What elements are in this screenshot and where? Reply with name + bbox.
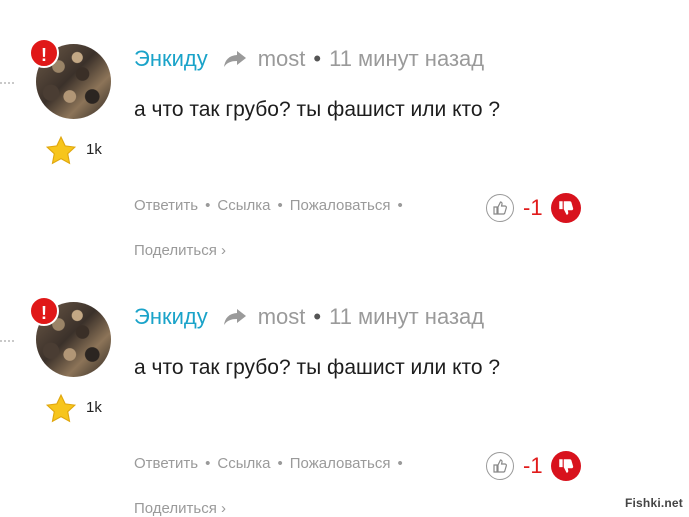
reply-to-user[interactable]: most xyxy=(258,304,306,330)
thread-line xyxy=(0,340,14,342)
thread-line xyxy=(0,82,14,84)
star-icon xyxy=(45,135,77,165)
thumbs-down-icon[interactable] xyxy=(550,193,581,223)
thumbs-up-icon[interactable] xyxy=(486,452,514,480)
comment-actions: Ответить • Ссылка • Пожаловаться • xyxy=(134,197,410,214)
rating-count: 1k xyxy=(86,399,102,416)
action-separator: • xyxy=(397,455,403,472)
report-link[interactable]: Пожаловаться xyxy=(290,197,391,214)
thumbs-up-glyph xyxy=(493,459,507,473)
comment: ! 1k Энкиду most • 11 минут назад а что … xyxy=(0,0,689,259)
thumbs-up-icon[interactable] xyxy=(486,194,514,222)
meta-separator: • xyxy=(313,304,322,329)
action-separator: • xyxy=(277,197,283,214)
vote-score: -1 xyxy=(523,453,543,478)
report-link[interactable]: Пожаловаться xyxy=(290,455,391,472)
action-separator: • xyxy=(397,197,403,214)
share-link[interactable]: Поделиться › xyxy=(134,500,226,517)
vote-widget: -1 xyxy=(486,451,581,481)
reply-link[interactable]: Ответить xyxy=(134,455,198,472)
rating-count: 1k xyxy=(86,141,102,158)
comment-text: а что так грубо? ты фашист или кто ? xyxy=(134,356,501,379)
action-separator: • xyxy=(277,455,283,472)
username-link[interactable]: Энкиду xyxy=(134,304,208,330)
permalink-link[interactable]: Ссылка xyxy=(217,455,270,472)
thumbs-down-icon[interactable] xyxy=(550,451,581,481)
thumbs-down-glyph xyxy=(558,459,573,473)
comment-meta: Энкиду most • 11 минут назад xyxy=(134,302,484,332)
comment-meta: Энкиду most • 11 минут назад xyxy=(134,44,484,74)
reply-arrow-icon xyxy=(223,51,246,67)
meta-separator: • xyxy=(313,46,322,71)
thumbs-down-glyph xyxy=(558,201,573,215)
reply-link[interactable]: Ответить xyxy=(134,197,198,214)
comment-time[interactable]: 11 минут назад xyxy=(329,304,484,330)
share-link[interactable]: Поделиться › xyxy=(134,242,226,259)
alert-badge: ! xyxy=(29,38,59,68)
star-icon xyxy=(45,393,77,423)
vote-widget: -1 xyxy=(486,193,581,223)
alert-badge: ! xyxy=(29,296,59,326)
username-link[interactable]: Энкиду xyxy=(134,46,208,72)
site-watermark: Fishki.net xyxy=(624,496,683,510)
comment-text: а что так грубо? ты фашист или кто ? xyxy=(134,98,501,121)
comment-time[interactable]: 11 минут назад xyxy=(329,46,484,72)
vote-score: -1 xyxy=(523,195,543,220)
reply-arrow-icon xyxy=(223,309,246,325)
action-separator: • xyxy=(205,197,211,214)
reply-to-user[interactable]: most xyxy=(258,46,306,72)
thumbs-up-glyph xyxy=(493,201,507,215)
comment: ! 1k Энкиду most • 11 минут назад а что … xyxy=(0,258,689,517)
permalink-link[interactable]: Ссылка xyxy=(217,197,270,214)
comment-actions: Ответить • Ссылка • Пожаловаться • xyxy=(134,455,410,472)
action-separator: • xyxy=(205,455,211,472)
